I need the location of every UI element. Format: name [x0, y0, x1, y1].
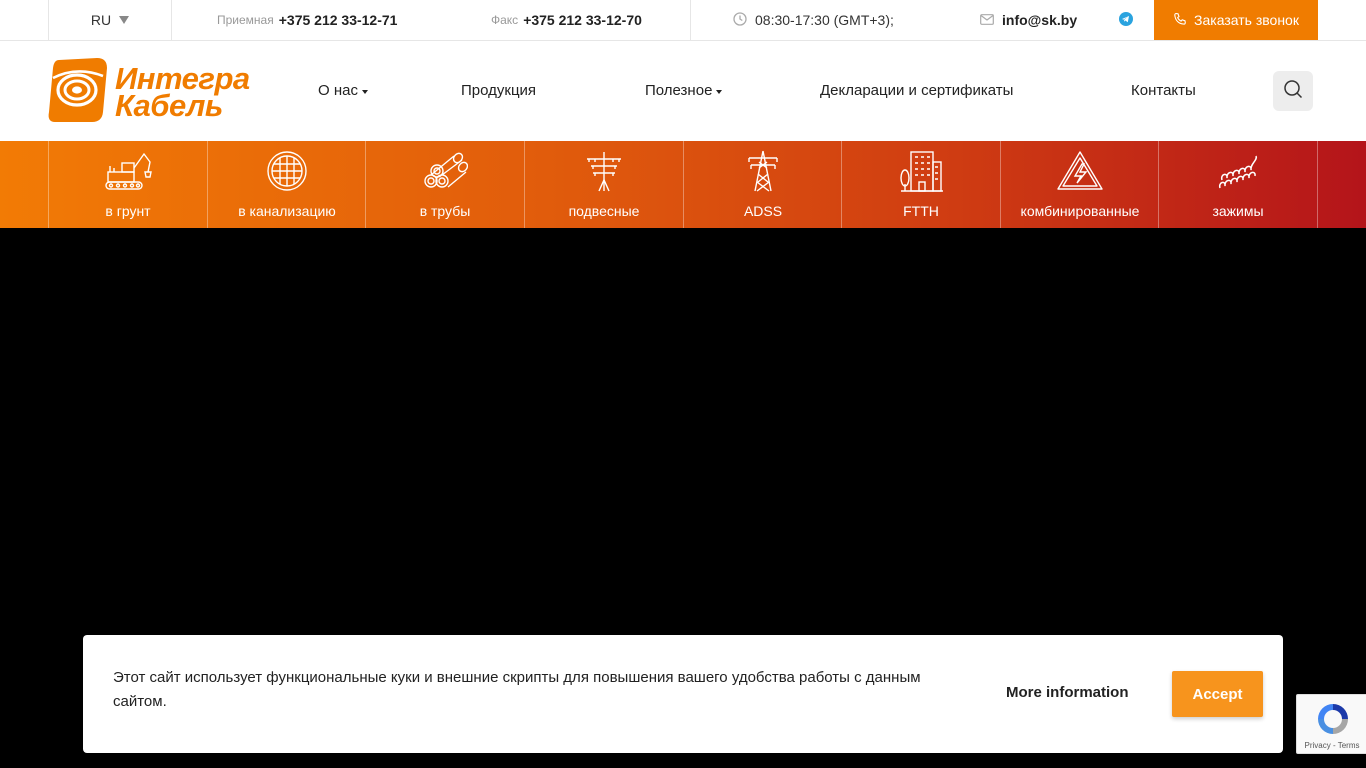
category-label: комбинированные [1020, 203, 1140, 219]
nav-label: Полезное [645, 82, 713, 99]
reception-contact: Приемная +375 212 33-12-71 [217, 0, 397, 40]
category-ground[interactable]: в грунт [48, 141, 207, 228]
chevron-down-icon [119, 16, 130, 24]
category-pipes[interactable]: в трубы [365, 141, 524, 228]
search-button[interactable] [1273, 71, 1313, 111]
telegram-link[interactable] [1119, 0, 1133, 40]
nav-label: Продукция [461, 82, 537, 99]
site-logo[interactable]: Интегра Кабель [47, 57, 269, 127]
nav-label: Контакты [1131, 82, 1196, 99]
reception-phone-link[interactable]: +375 212 33-12-71 [279, 12, 398, 28]
category-combined[interactable]: комбинированные [1000, 141, 1159, 228]
pipes-icon [422, 150, 468, 192]
nav-item-contacts[interactable]: Контакты [1131, 82, 1196, 99]
callback-label: Заказать звонок [1194, 12, 1299, 28]
privacy-link[interactable]: Privacy [1305, 741, 1331, 750]
more-information-link[interactable]: More information [1006, 684, 1129, 701]
telegram-icon [1119, 11, 1133, 29]
email-link[interactable]: info@sk.by [1002, 12, 1077, 28]
logo-text: Интегра Кабель [115, 63, 250, 123]
divider [690, 0, 691, 40]
category-label: в трубы [419, 203, 471, 219]
building-icon [899, 150, 943, 192]
fax-phone-link[interactable]: +375 212 33-12-70 [523, 12, 642, 28]
nav-item-useful[interactable]: Полезное [645, 82, 723, 99]
cookie-banner: Этот сайт использует функциональные куки… [83, 635, 1283, 753]
recaptcha-icon [1315, 701, 1351, 742]
category-sewer[interactable]: в канализацию [207, 141, 366, 228]
category-adss[interactable]: ADSS [683, 141, 842, 228]
nav-item-certificates[interactable]: Декларации и сертификаты [820, 82, 1013, 99]
hours-text: 08:30-17:30 (GMT+3); [755, 12, 894, 28]
top-bar: RU Приемная +375 212 33-12-71 Факс +375 … [0, 0, 1366, 41]
divider [171, 0, 172, 40]
terms-link[interactable]: Terms [1338, 741, 1360, 750]
language-selector[interactable]: RU [48, 0, 172, 40]
separator: - [1332, 741, 1336, 750]
nav-label: Декларации и сертификаты [820, 82, 1014, 99]
category-strip: в грунт в канализацию в трубы подвесные … [0, 141, 1366, 228]
nav-label: О нас [318, 82, 358, 99]
excavator-icon [102, 150, 154, 192]
fax-contact: Факс +375 212 33-12-70 [491, 0, 642, 40]
email-contact: info@sk.by [980, 0, 1077, 40]
divider [1317, 141, 1318, 228]
category-label: зажимы [1212, 203, 1264, 219]
mail-icon [980, 12, 994, 28]
category-label: в грунт [105, 203, 151, 219]
reception-label: Приемная [217, 13, 274, 27]
logo-line-2: Кабель [115, 88, 223, 123]
main-header: Интегра Кабель О нас Продукция Полезное … [0, 41, 1366, 141]
phone-icon [1173, 12, 1187, 29]
high-voltage-icon [1056, 150, 1104, 192]
chevron-down-icon [716, 89, 723, 94]
category-clamps[interactable]: зажимы [1158, 141, 1317, 228]
recaptcha-links: Privacy - Terms [1297, 741, 1366, 750]
callback-button[interactable]: Заказать звонок [1154, 0, 1318, 40]
spiral-clamp-icon [1216, 150, 1260, 192]
clock-icon [733, 11, 747, 29]
accept-cookies-button[interactable]: Accept [1172, 671, 1263, 717]
working-hours: 08:30-17:30 (GMT+3); [733, 0, 894, 40]
language-label: RU [90, 12, 112, 28]
utility-pole-icon [583, 150, 625, 192]
category-aerial[interactable]: подвесные [524, 141, 683, 228]
nav-item-about[interactable]: О нас [318, 82, 368, 99]
power-tower-icon [745, 150, 781, 192]
logo-mark-icon [47, 56, 109, 129]
category-label: ADSS [743, 203, 783, 219]
category-ftth[interactable]: FTTH [841, 141, 1000, 228]
recaptcha-badge[interactable]: Privacy - Terms [1296, 694, 1366, 754]
category-label: в канализацию [238, 203, 336, 219]
search-icon [1283, 79, 1303, 104]
manhole-icon [266, 150, 308, 192]
category-label: подвесные [568, 203, 640, 219]
chevron-down-icon [361, 89, 368, 94]
category-label: FTTH [903, 203, 939, 219]
nav-item-products[interactable]: Продукция [461, 82, 536, 99]
cookie-text: Этот сайт использует функциональные куки… [113, 669, 921, 710]
fax-label: Факс [491, 13, 519, 27]
